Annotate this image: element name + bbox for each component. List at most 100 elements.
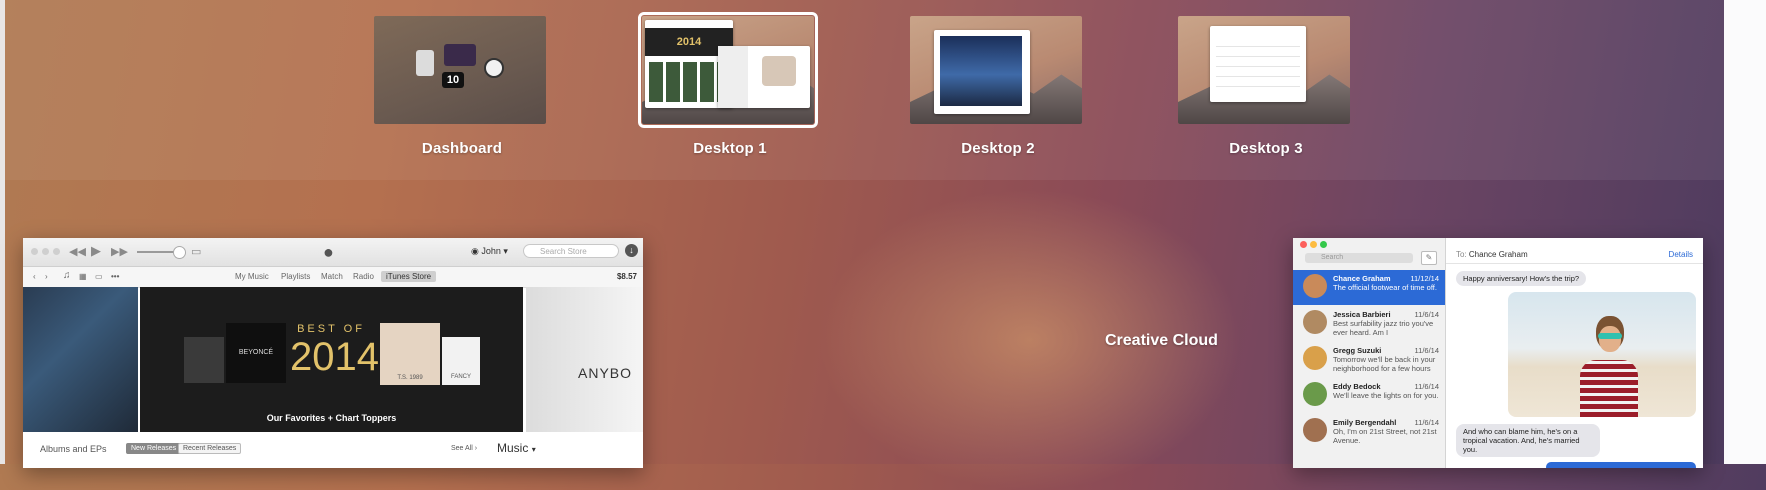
tab-playlists[interactable]: Playlists [281,272,310,281]
mini-photo [762,56,796,86]
album-cover-fancy[interactable]: FANCY [442,337,480,385]
itunes-titlebar: ◀◀ ▶ ▶▶ ▭ ● ◉ John ▾ Search Store ↓ [23,238,643,267]
desktop-3-thumbnail[interactable] [1178,16,1350,124]
face [1599,326,1621,352]
rewind-icon[interactable]: ◀◀ [69,245,86,258]
album-cover-beyonce[interactable]: BEYONCÉ [226,323,286,383]
recent-releases-pill[interactable]: Recent Releases [178,443,242,454]
conversation-sidebar: Search ✎ Chance Graham 11/12/14 The offi… [1293,238,1446,468]
section-title: Albums and EPs [40,444,107,454]
music-menu[interactable]: Music ▾ [497,441,536,455]
music-note-icon[interactable]: ♫ [63,270,71,281]
banner-left-image[interactable] [23,287,138,432]
avatar [1303,382,1327,406]
download-icon[interactable]: ↓ [625,244,638,257]
volume-knob[interactable] [173,246,186,259]
conversation-name: Gregg Suzuki [1333,346,1382,355]
conversation-item[interactable]: Gregg Suzuki 11/6/14 Tomorrow we'll be b… [1293,342,1445,377]
details-link[interactable]: Details [1669,250,1693,259]
best-of-label: BEST OF [297,323,365,335]
desktop-2-thumbnail[interactable] [910,16,1082,124]
compose-icon[interactable]: ✎ [1421,251,1437,265]
zoom-button[interactable] [53,248,60,255]
space-dashboard[interactable]: 10 Dashboard [374,16,550,157]
calendar-widget [444,44,476,66]
tab-itunes-store[interactable]: iTunes Store [381,271,437,282]
avatar [1303,346,1327,370]
more-icon[interactable]: ••• [111,272,119,281]
minimize-button[interactable] [1310,241,1317,248]
conversation-name: Emily Bergendahl [1333,418,1397,427]
see-all-label: See All [451,445,473,452]
albums-row: Albums and EPs New Releases Recent Relea… [23,435,643,468]
conversation-preview: The official footwear of time off. [1333,283,1437,292]
close-button[interactable] [31,248,38,255]
account-menu[interactable]: ◉ John ▾ [471,246,508,257]
preview-mini-window [934,30,1030,114]
conversation-name: Eddy Bedock [1333,382,1381,391]
chevron-down-icon: ▾ [531,445,536,454]
messages-search-input[interactable]: Search [1305,253,1413,263]
messages-window[interactable]: Search ✎ Chance Graham 11/12/14 The offi… [1293,238,1703,468]
album-cover-1[interactable] [184,337,224,383]
forward-icon[interactable]: › [45,272,48,281]
fast-forward-icon[interactable]: ▶▶ [111,245,128,258]
tab-match[interactable]: Match [321,272,343,281]
conversation-name: Chance Graham [1333,274,1391,283]
airplay-icon[interactable]: ▭ [191,245,201,258]
new-releases-pill[interactable]: New Releases [126,443,182,454]
itunes-window[interactable]: ◀◀ ▶ ▶▶ ▭ ● ◉ John ▾ Search Store ↓ ‹ › … [23,238,643,468]
itunes-toolbar: ‹ › ♫ ▦ ▭ ••• My Music Playlists Match R… [23,267,643,288]
conversation-preview: Best surfability jazz trio you've ever h… [1333,319,1434,337]
date-widget: 10 [442,72,464,88]
mini-sidebar [718,46,748,108]
dashboard-thumbnail[interactable]: 10 [374,16,546,124]
clock-widget [484,58,504,78]
message-pane: To: Chance Graham Details Happy annivers… [1446,238,1703,468]
play-icon[interactable]: ▶ [91,243,101,259]
see-all-link[interactable]: See All › [451,445,477,452]
album-cover-1989[interactable]: T.S. 1989 [380,323,440,385]
mini-album-grid [649,62,729,102]
banner-caption: Our Favorites + Chart Toppers [266,413,397,423]
screen-right-edge [1724,0,1766,464]
space-desktop-1[interactable]: 2014 Desktop 1 [638,12,818,157]
best-of-2014-banner[interactable]: BEYONCÉ BEST OF 2014 T.S. 1989 FANCY Our… [140,287,523,432]
to-label: To: [1456,250,1467,259]
conversation-preview: Oh, I'm on 21st Street, not 21st Avenue. [1333,427,1437,445]
tab-my-music[interactable]: My Music [235,272,269,281]
spaces-bar [5,0,1724,180]
conversation-date: 11/12/14 [1410,274,1439,283]
zoom-button[interactable] [1320,241,1327,248]
space-label: Desktop 3 [1229,140,1303,157]
message-bubble-received: And who can blame him, he's on a tropica… [1456,424,1600,457]
movies-icon[interactable]: ▦ [79,272,87,281]
space-label: Dashboard [421,140,503,157]
conversation-date: 11/6/14 [1414,382,1439,391]
tab-radio[interactable]: Radio [353,272,374,281]
chevron-down-icon: ▾ [503,246,508,256]
space-desktop-2[interactable]: Desktop 2 [910,16,1086,157]
back-icon[interactable]: ‹ [33,272,36,281]
creative-cloud-label[interactable]: Creative Cloud [1105,332,1218,350]
tv-icon[interactable]: ▭ [95,272,103,281]
space-desktop-3[interactable]: Desktop 3 [1178,16,1354,157]
close-button[interactable] [1300,241,1307,248]
calendar-mini-window [1210,26,1306,102]
conversation-item[interactable]: Emily Bergendahl 11/6/14 Oh, I'm on 21st… [1293,414,1445,449]
search-store-input[interactable]: Search Store [523,244,619,258]
conversation-item[interactable]: Chance Graham 11/12/14 The official foot… [1293,270,1445,305]
space-label: Desktop 2 [961,140,1035,157]
account-balance: $8.57 [616,272,637,281]
apple-logo-icon: ● [323,242,334,262]
conversation-item[interactable]: Jessica Barbieri 11/6/14 Best surfabilit… [1293,306,1445,341]
recipient-line: To: Chance Graham [1446,250,1703,264]
conversation-item[interactable]: Eddy Bedock 11/6/14 We'll leave the ligh… [1293,378,1445,413]
music-menu-label: Music [497,441,529,455]
desktop-1-thumbnail[interactable]: 2014 [638,12,818,128]
banner-right-image[interactable]: ANYBO [526,287,643,432]
volume-slider[interactable] [137,251,177,253]
conversation-date: 11/6/14 [1414,346,1439,355]
message-photo[interactable] [1508,292,1696,417]
minimize-button[interactable] [42,248,49,255]
